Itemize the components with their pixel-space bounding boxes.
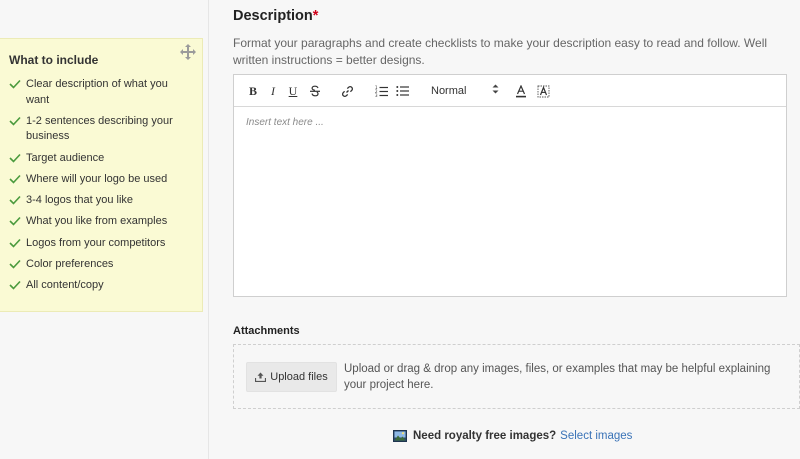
tip-text: Logos from your competitors: [26, 236, 166, 249]
check-icon: [9, 116, 21, 126]
upload-icon: [255, 372, 267, 382]
svg-text:3: 3: [375, 93, 378, 97]
check-icon: [9, 217, 21, 227]
main-form: Description* Format your paragraphs and …: [233, 0, 800, 459]
royalty-free-images: Need royalty free images? Select images: [393, 430, 632, 442]
tip-text: Clear description of what you want: [26, 78, 168, 106]
check-icon: [9, 238, 21, 248]
tip-text: Target audience: [26, 151, 105, 164]
check-icon: [9, 153, 21, 163]
list-item: Clear description of what you want: [9, 77, 194, 108]
font-size-value: Normal: [431, 85, 467, 97]
editor-toolbar: B I U 1 2 3 Normal: [234, 75, 786, 107]
text-color-icon: [516, 84, 526, 97]
check-icon: [9, 260, 21, 269]
description-title-text: Description: [233, 8, 313, 24]
select-arrows-icon: [492, 83, 499, 100]
attachments-title: Attachments: [233, 325, 300, 337]
editor-text-area[interactable]: Insert text here ...: [234, 107, 786, 297]
link-icon: [341, 85, 353, 97]
list-item: Logos from your competitors: [9, 236, 194, 252]
background-color-icon: [537, 85, 549, 97]
list-item: Color preferences: [9, 257, 194, 273]
upload-files-button[interactable]: Upload files: [246, 362, 337, 392]
link-button[interactable]: [339, 83, 355, 99]
italic-button[interactable]: I: [265, 83, 281, 99]
dropzone-text: Upload or drag & drop any images, files,…: [344, 363, 771, 391]
tip-text: 3-4 logos that you like: [26, 194, 134, 207]
list-item: 1-2 sentences describing your business: [9, 114, 194, 145]
required-mark: *: [312, 8, 319, 24]
attachments-dropzone[interactable]: Upload files Upload or drag & drop any i…: [233, 344, 800, 409]
ordered-list-icon: 1 2 3: [375, 85, 388, 97]
move-icon[interactable]: [180, 44, 196, 60]
tip-text: Where will your logo be used: [26, 172, 168, 185]
editor-placeholder: Insert text here ...: [246, 117, 324, 128]
list-item: Where will your logo be used: [9, 172, 194, 188]
list-item: All content/copy: [9, 278, 194, 294]
check-icon: [9, 174, 21, 184]
tips-panel: What to include Clear description of wha…: [0, 38, 203, 312]
bullet-list-button[interactable]: [394, 83, 410, 99]
bold-button[interactable]: B: [245, 83, 261, 99]
royalty-label: Need royalty free images?: [413, 430, 557, 442]
strikethrough-button[interactable]: [307, 83, 323, 99]
picture-icon: [393, 430, 407, 442]
tip-text: What you like from examples: [26, 215, 168, 228]
description-title: Description*: [233, 8, 318, 24]
ordered-list-button[interactable]: 1 2 3: [373, 83, 389, 99]
tip-text: 1-2 sentences describing your business: [26, 114, 173, 143]
list-item: Target audience: [9, 151, 194, 167]
tips-list: Clear description of what you want 1-2 s…: [9, 77, 194, 300]
tip-text: Color preferences: [26, 258, 114, 271]
check-icon: [9, 281, 21, 291]
font-size-select[interactable]: Normal: [431, 83, 499, 99]
strikethrough-icon: [310, 85, 320, 97]
tip-text: All content/copy: [26, 279, 104, 292]
text-color-button[interactable]: [513, 83, 529, 99]
list-item: What you like from examples: [9, 214, 194, 230]
select-images-link[interactable]: Select images: [560, 430, 632, 442]
check-icon: [9, 196, 21, 205]
underline-button[interactable]: U: [285, 83, 301, 99]
upload-files-label: Upload files: [270, 371, 328, 383]
bullet-list-icon: [395, 86, 409, 96]
check-icon: [9, 79, 21, 89]
rich-text-editor: B I U 1 2 3 Normal Insert text here ...: [233, 74, 787, 297]
left-column: What to include Clear description of wha…: [0, 0, 209, 459]
tips-title: What to include: [9, 53, 99, 67]
background-color-button[interactable]: [535, 83, 551, 99]
description-help: Format your paragraphs and create checkl…: [233, 36, 768, 67]
list-item: 3-4 logos that you like: [9, 193, 194, 209]
